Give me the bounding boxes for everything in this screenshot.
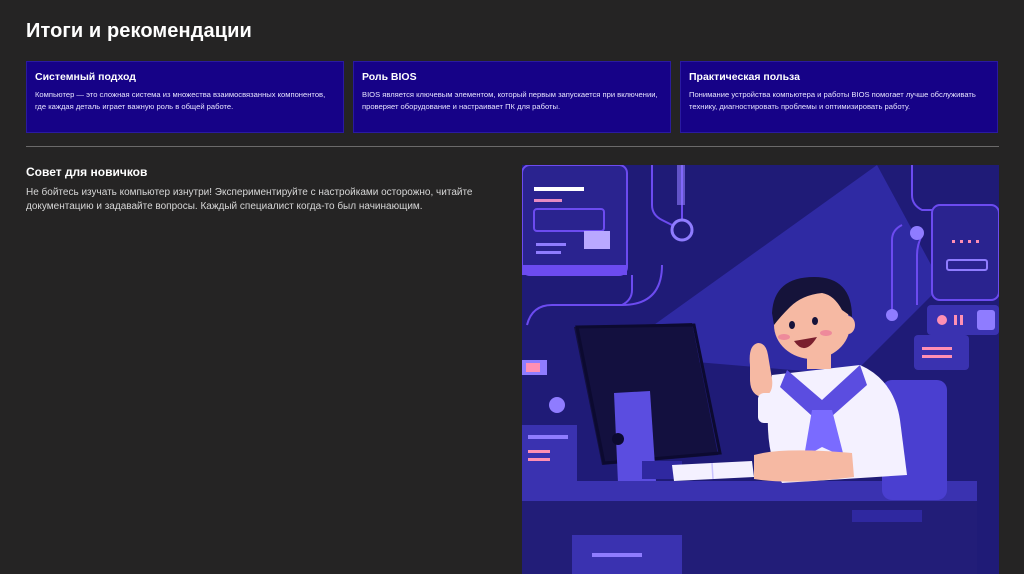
card-heading: Практическая польза [689, 71, 800, 83]
card-text: Компьютер — это сложная система из множе… [35, 90, 326, 111]
card-bios-role: Роль BIOS BIOS является ключевым элемент… [353, 61, 671, 133]
page-title: Итоги и рекомендации [26, 20, 252, 42]
card-heading: Системный подход [35, 71, 136, 83]
card-system-approach: Системный подход Компьютер — это сложная… [26, 61, 344, 133]
summary-cards: Системный подход Компьютер — это сложная… [26, 61, 999, 133]
tip-text: Не бойтесь изучать компьютер изнутри! Эк… [26, 187, 473, 212]
card-heading: Роль BIOS [362, 71, 417, 83]
card-text: Понимание устройства компьютера и работы… [689, 90, 976, 111]
illustration-student-at-computer [522, 165, 999, 574]
card-text: BIOS является ключевым элементом, которы… [362, 90, 658, 111]
wall-panel [522, 165, 628, 276]
tip-heading: Совет для новичков [26, 165, 148, 179]
section-divider [26, 146, 999, 147]
card-practical-use: Практическая польза Понимание устройства… [680, 61, 998, 133]
